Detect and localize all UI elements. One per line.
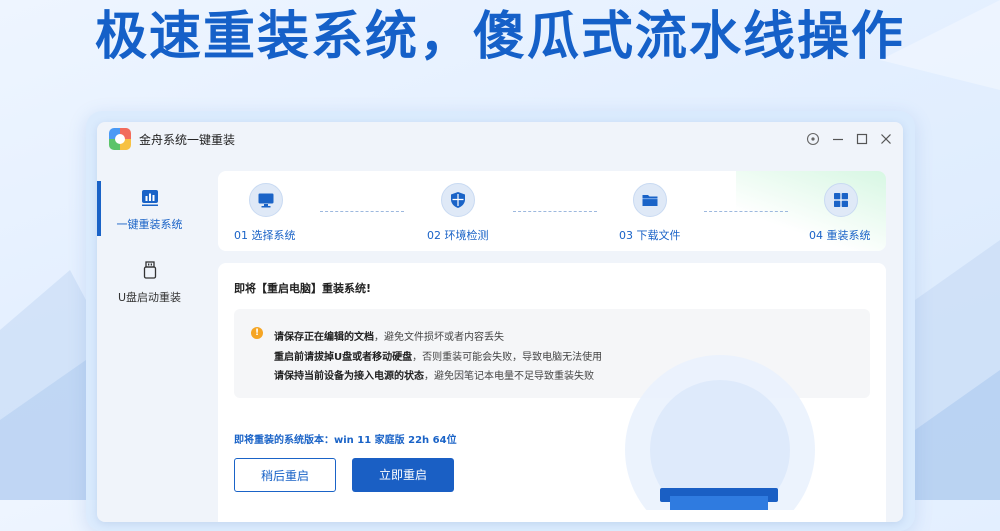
restart-later-button[interactable]: 稍后重启 [234, 458, 336, 492]
step-label: 02 环境检测 [427, 229, 489, 242]
title-bar: 金舟系统一键重装 [97, 122, 903, 156]
close-icon[interactable] [876, 129, 896, 149]
sidebar-item-label: 一键重装系统 [116, 218, 183, 231]
step-label: 03 下载文件 [619, 229, 681, 242]
restart-now-button[interactable]: 立即重启 [352, 458, 454, 492]
step-reinstall-system: 04 重装系统 [794, 171, 886, 251]
shield-icon [451, 192, 465, 208]
help-icon[interactable] [803, 129, 823, 149]
step-label: 01 选择系统 [234, 229, 296, 242]
sidebar-item-usb-reinstall[interactable]: U盘启动重装 [97, 259, 202, 317]
minimize-icon[interactable] [828, 129, 848, 149]
warning-icon: ! [251, 327, 263, 339]
progress-stepper: 01 选择系统 02 环境检测 03 下载文件 04 重装系统 [218, 171, 886, 251]
system-version-label: 即将重装的系统版本：win 11 家庭版 22h 64位 [234, 435, 457, 446]
bar-chart-icon [142, 190, 158, 206]
notice-line: 请保存正在编辑的文档，避免文件损坏或者内容丢失 [274, 332, 504, 343]
installer-illustration [625, 355, 815, 510]
notice-line: 请保持当前设备为接入电源的状态，避免因笔记本电量不足导致重装失败 [274, 371, 594, 382]
sidebar: 一键重装系统 U盘启动重装 [97, 156, 202, 522]
sidebar-item-one-key-reinstall[interactable]: 一键重装系统 [97, 181, 202, 239]
windows-icon [834, 193, 848, 207]
usb-drive-icon [143, 261, 157, 279]
app-title: 金舟系统一键重装 [139, 133, 236, 147]
step-connector [320, 211, 404, 212]
step-connector [704, 211, 788, 212]
step-label: 04 重装系统 [809, 229, 871, 242]
monitor-icon [258, 193, 274, 208]
maximize-icon[interactable] [852, 129, 872, 149]
step-connector [513, 211, 597, 212]
folder-icon [642, 195, 658, 206]
hero-title: 极速重装系统，傻瓜式流水线操作 [94, 7, 905, 67]
app-logo-icon [109, 128, 131, 150]
notice-line: 重启前请拔掉U盘或者移动硬盘，否则重装可能会失败，导致电脑无法使用 [274, 352, 603, 363]
card-title: 即将【重启电脑】重装系统! [234, 282, 372, 295]
sidebar-item-label: U盘启动重装 [117, 291, 182, 304]
